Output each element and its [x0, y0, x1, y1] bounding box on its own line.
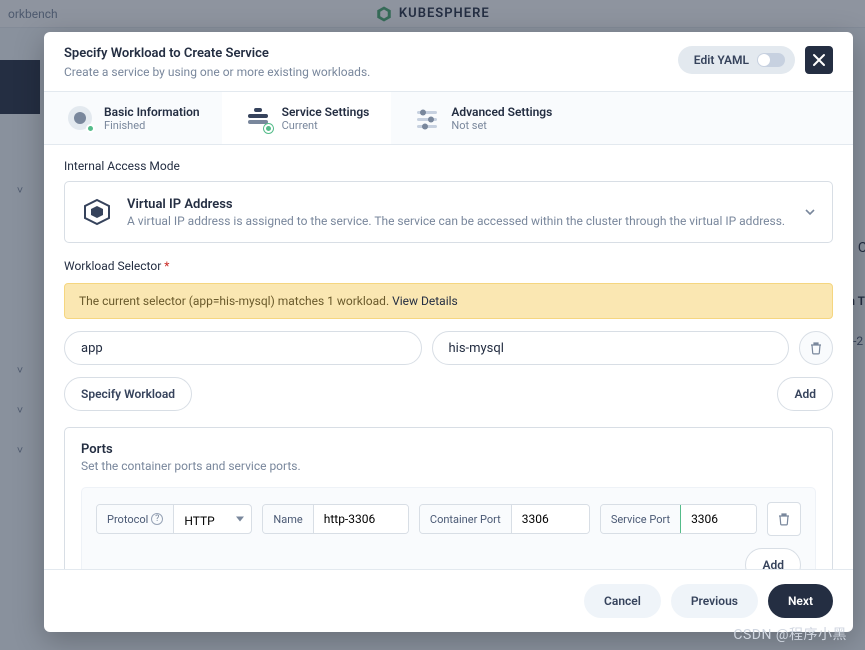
selector-actions: Specify Workload Add — [64, 377, 833, 411]
container-port-field: Container Port — [419, 504, 590, 534]
trash-icon — [777, 512, 791, 526]
vip-icon — [81, 196, 113, 228]
port-row: Protocol? HTTP Name Container Port Servi… — [96, 502, 801, 536]
modal-body: Internal Access Mode Virtual IP Address … — [44, 145, 853, 569]
internal-access-mode-card[interactable]: Virtual IP Address A virtual IP address … — [64, 181, 833, 243]
selector-match-notice: The current selector (app=his-mysql) mat… — [64, 283, 833, 319]
close-button[interactable] — [805, 46, 833, 74]
modal-subtitle: Create a service by using one or more ex… — [64, 65, 370, 79]
service-port-field: Service Port — [600, 504, 757, 534]
protocol-field: Protocol? HTTP — [96, 504, 252, 534]
step-service-settings[interactable]: Service Settings Current — [222, 92, 392, 144]
protocol-select[interactable]: HTTP — [174, 514, 252, 528]
close-icon — [812, 53, 826, 67]
step-service-icon — [244, 104, 272, 132]
vip-desc: A virtual IP address is assigned to the … — [127, 214, 785, 228]
help-icon[interactable]: ? — [151, 513, 163, 525]
cancel-button[interactable]: Cancel — [584, 584, 661, 618]
selector-key-input[interactable] — [64, 331, 422, 365]
add-selector-button[interactable]: Add — [777, 377, 833, 411]
view-details-link[interactable]: View Details — [392, 294, 458, 308]
workload-selector-label: Workload Selector — [64, 259, 833, 273]
create-service-modal: Specify Workload to Create Service Creat… — [44, 32, 853, 632]
selector-value-input[interactable] — [432, 331, 790, 365]
port-name-input[interactable] — [314, 505, 409, 533]
step-advanced-settings[interactable]: Advanced Settings Not set — [391, 92, 574, 144]
modal-header: Specify Workload to Create Service Creat… — [44, 32, 853, 92]
step-basic-icon — [66, 104, 94, 132]
specify-workload-button[interactable]: Specify Workload — [64, 377, 192, 411]
internal-access-mode-label: Internal Access Mode — [64, 159, 833, 173]
next-button[interactable]: Next — [768, 584, 833, 618]
toggle-icon — [757, 53, 785, 67]
edit-yaml-toggle[interactable]: Edit YAML — [678, 46, 795, 74]
delete-port-button[interactable] — [767, 502, 801, 536]
ports-inner: Protocol? HTTP Name Container Port Servi… — [81, 487, 816, 569]
selector-row — [64, 331, 833, 365]
container-port-input[interactable] — [512, 505, 590, 533]
wizard-steps: Basic Information Finished Service Setti… — [44, 92, 853, 145]
ports-sub: Set the container ports and service port… — [81, 459, 816, 473]
chevron-down-icon — [804, 203, 816, 222]
previous-button[interactable]: Previous — [671, 584, 758, 618]
watermark: CSDN @程序小黑 — [733, 624, 847, 644]
delete-selector-button[interactable] — [799, 331, 833, 365]
service-port-input[interactable] — [680, 504, 757, 534]
step-advanced-icon — [413, 104, 441, 132]
port-name-field: Name — [262, 504, 408, 534]
ports-title: Ports — [81, 442, 816, 457]
step-basic-information[interactable]: Basic Information Finished — [44, 92, 222, 144]
modal-footer: Cancel Previous Next — [44, 569, 853, 632]
modal-title: Specify Workload to Create Service — [64, 46, 370, 61]
trash-icon — [809, 341, 823, 355]
vip-title: Virtual IP Address — [127, 197, 785, 212]
ports-card: Ports Set the container ports and servic… — [64, 427, 833, 569]
add-port-button[interactable]: Add — [745, 548, 801, 569]
